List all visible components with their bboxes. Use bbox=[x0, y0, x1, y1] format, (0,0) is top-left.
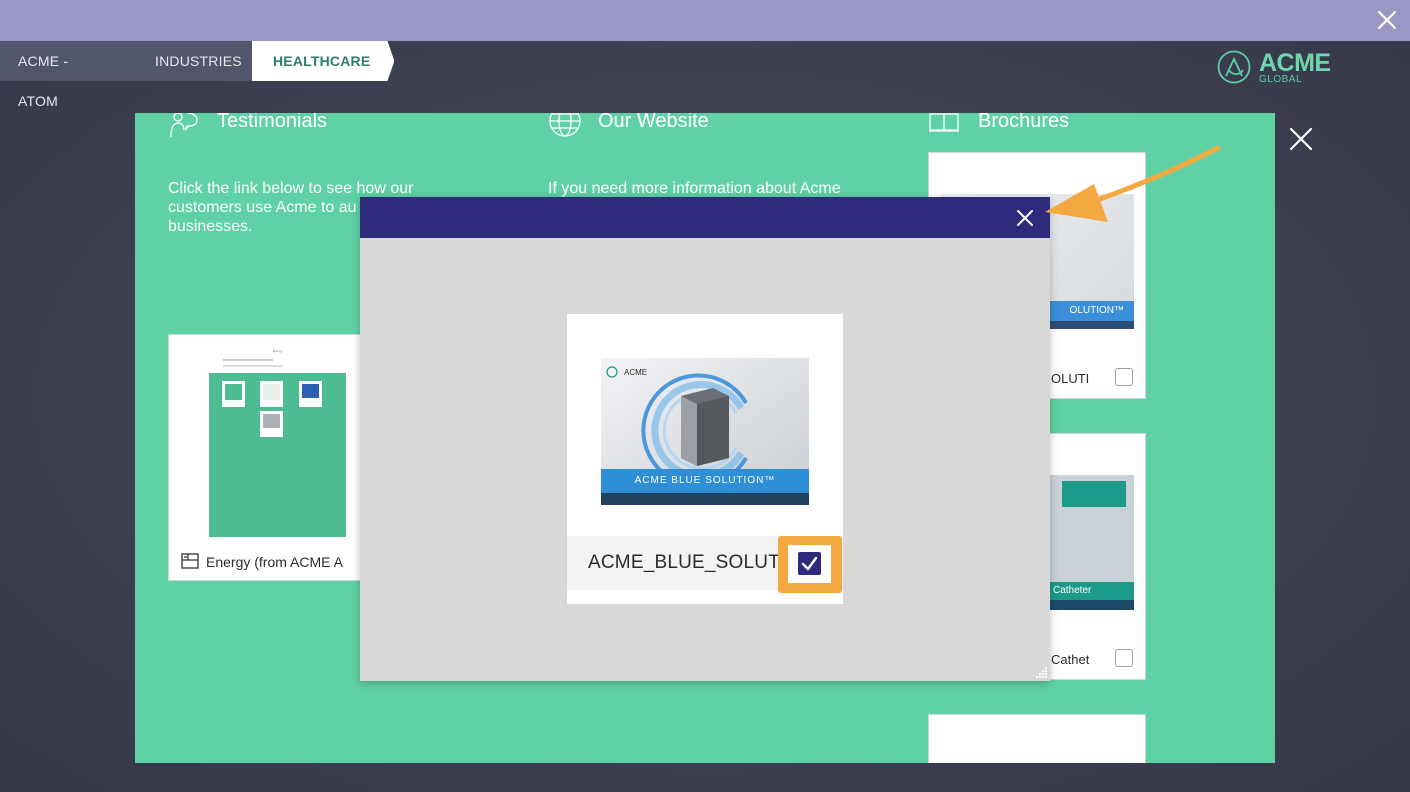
testimonial-card-label: Energy (from ACME A bbox=[206, 554, 343, 570]
acme-logo: ACME GLOBAL bbox=[1217, 50, 1331, 85]
acme-logo-icon bbox=[1217, 50, 1251, 84]
select-checkbox[interactable] bbox=[788, 545, 831, 583]
website-description: If you need more information about Acme bbox=[548, 180, 841, 197]
top-bar bbox=[0, 0, 1410, 41]
logo-title: ACME bbox=[1259, 49, 1331, 77]
close-icon[interactable] bbox=[1376, 9, 1398, 31]
breadcrumb-item-healthcare[interactable]: HEALTHCARE bbox=[252, 41, 394, 81]
checkmark-icon bbox=[798, 552, 821, 575]
breadcrumb-item-acme-atom[interactable]: ACME - ATOM bbox=[0, 41, 131, 109]
breadcrumb-label: ACME - ATOM bbox=[18, 53, 69, 109]
resize-grip-icon[interactable] bbox=[1034, 665, 1048, 679]
highlight-box bbox=[778, 536, 842, 593]
open-book-icon bbox=[929, 113, 959, 132]
preview-footer: ACME_BLUE_SOLUT... bbox=[567, 536, 843, 593]
thumb-title: Energy bbox=[272, 349, 283, 353]
brochure-checkbox[interactable] bbox=[1115, 649, 1133, 667]
breadcrumb: ACME - ATOM INDUSTRIES HEALTHCARE bbox=[0, 41, 394, 109]
people-talking-icon bbox=[170, 113, 198, 137]
preview-dialog: ACME ACME BLUE SOLUTION™ ACME_BLUE_SOLUT… bbox=[360, 197, 1050, 681]
testimonials-header: Testimonials bbox=[167, 113, 327, 137]
brochures-header: Brochures bbox=[928, 113, 1069, 137]
testimonials-title: Testimonials bbox=[217, 113, 328, 132]
brochure-card[interactable] bbox=[928, 714, 1146, 763]
testimonial-card[interactable]: Energy Energy (from ACME A bbox=[168, 334, 386, 581]
preview-card: ACME ACME BLUE SOLUTION™ ACME_BLUE_SOLUT… bbox=[567, 314, 843, 604]
testimonial-thumbnail bbox=[209, 373, 346, 537]
website-title: Our Website bbox=[598, 113, 709, 132]
preview-logo-text: ACME bbox=[624, 368, 648, 377]
website-header: Our Website bbox=[548, 113, 709, 137]
brochures-title: Brochures bbox=[978, 113, 1070, 132]
close-icon[interactable] bbox=[1289, 127, 1313, 151]
dialog-header bbox=[360, 197, 1050, 238]
preview-file-name: ACME_BLUE_SOLUT... bbox=[588, 552, 795, 573]
preview-banner: ACME BLUE SOLUTION™ bbox=[634, 475, 776, 486]
brochure-label: OLUTI bbox=[1051, 371, 1090, 386]
globe-icon bbox=[549, 113, 581, 137]
layout-icon bbox=[181, 553, 199, 569]
brochure-checkbox[interactable] bbox=[1115, 368, 1133, 386]
close-icon[interactable] bbox=[1015, 208, 1035, 228]
breadcrumb-item-industries[interactable]: INDUSTRIES bbox=[131, 41, 252, 81]
breadcrumb-label: INDUSTRIES bbox=[155, 53, 242, 69]
brochure-label: Cathet bbox=[1051, 652, 1090, 667]
annotation-arrow-icon bbox=[1045, 145, 1221, 222]
breadcrumb-label: HEALTHCARE bbox=[273, 53, 371, 69]
